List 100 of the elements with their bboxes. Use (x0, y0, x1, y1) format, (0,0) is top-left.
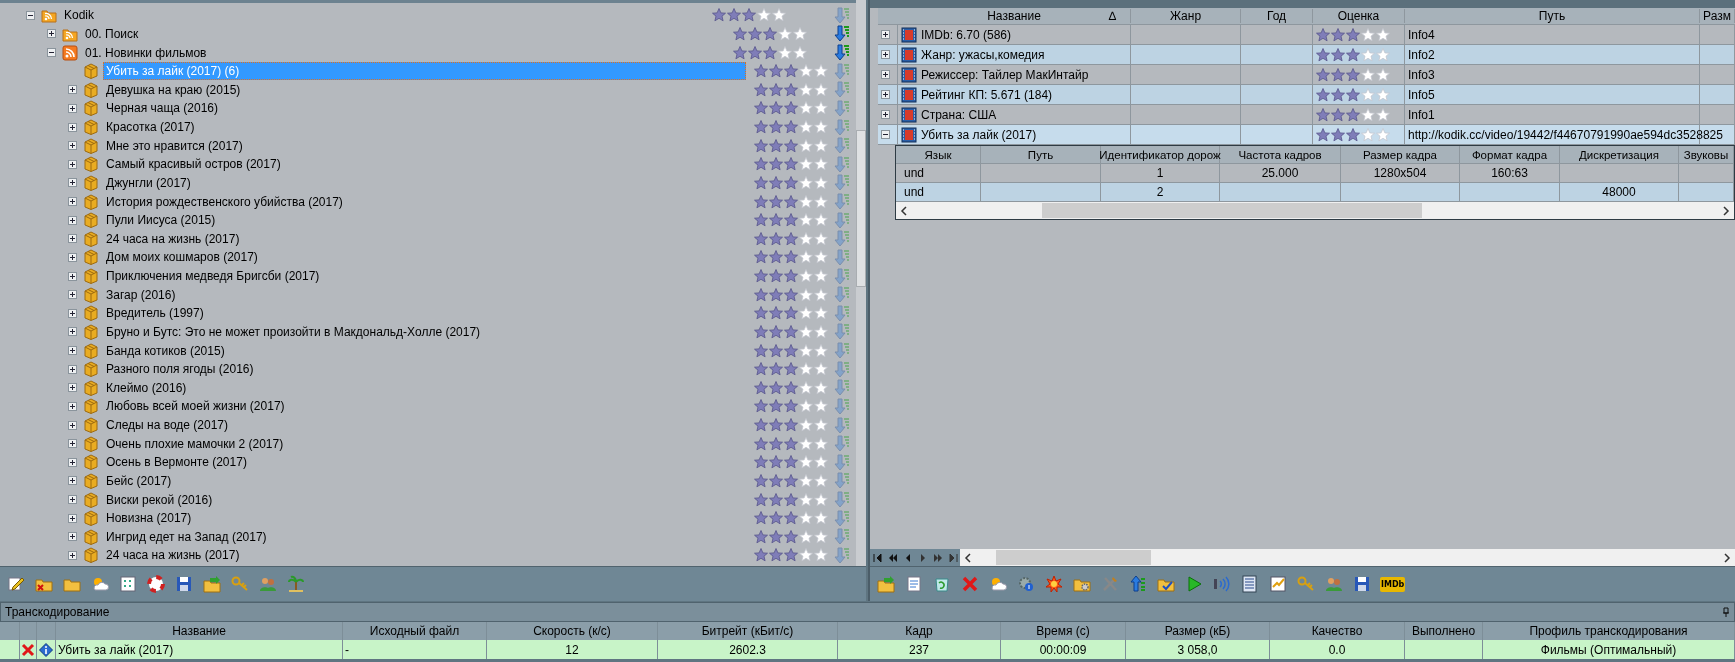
tree-item[interactable]: Дом моих кошмаров (2017) (103, 248, 746, 267)
expand-toggle[interactable] (67, 122, 77, 132)
tree-item[interactable]: Загар (2016) (103, 285, 746, 304)
tree-item[interactable]: Самый красивый остров (2017) (103, 155, 746, 174)
table-cell: Убить за лайк (2017) (921, 127, 1037, 142)
column-header[interactable]: Частота кадров (1220, 146, 1341, 163)
expand-toggle[interactable] (67, 215, 77, 225)
tree-item[interactable]: Бейс (2017) (103, 471, 746, 490)
filled-star-icon (784, 175, 798, 190)
tree-item[interactable]: 24 часа на жизнь (2017) (103, 229, 746, 248)
tree-item[interactable]: Осень в Вермонте (2017) (103, 453, 746, 472)
column-header[interactable]: Путь (1405, 9, 1700, 23)
column-header[interactable]: Идентификатор дорож (1101, 146, 1220, 163)
collapse-toggle[interactable] (25, 10, 35, 20)
expand-toggle[interactable] (67, 420, 77, 430)
nav-button[interactable] (945, 549, 960, 566)
tree-item[interactable]: Kodik (61, 6, 704, 25)
column-header[interactable]: Размер кадра (1341, 146, 1460, 163)
tree-item[interactable]: Вредитель (1997) (103, 304, 746, 323)
expand-toggle[interactable] (67, 290, 77, 300)
logo-button[interactable]: IMDb (1380, 576, 1406, 592)
expand-toggle[interactable] (67, 532, 77, 542)
tree-item[interactable]: Любовь всей моей жизни (2017) (103, 397, 746, 416)
empty-star-icon (799, 250, 813, 265)
empty-star-icon (1361, 27, 1375, 42)
expand-toggle[interactable] (881, 50, 890, 59)
vertical-scrollbar[interactable] (856, 0, 866, 566)
tree-item[interactable]: Виски рекой (2016) (103, 490, 746, 509)
expand-toggle[interactable] (67, 401, 77, 411)
expand-toggle[interactable] (881, 90, 890, 99)
tree-item[interactable]: Пули Иисуса (2015) (103, 211, 746, 230)
tree-item[interactable]: Приключения медведя Бригсби (2017) (103, 267, 746, 286)
tree-item[interactable]: Новизна (2017) (103, 509, 746, 528)
delete-icon[interactable] (21, 642, 35, 657)
column-header[interactable]: Оценка (1313, 9, 1405, 23)
tree-item[interactable]: 00. Поиск (82, 24, 725, 43)
collapse-toggle[interactable] (881, 130, 890, 139)
expand-toggle[interactable] (67, 439, 77, 449)
nav-button[interactable] (870, 549, 885, 566)
expand-toggle[interactable] (881, 110, 890, 119)
expand-toggle[interactable] (67, 234, 77, 244)
tree-item[interactable]: Девушка на краю (2015) (103, 80, 746, 99)
collapse-toggle[interactable] (46, 48, 56, 58)
info-icon[interactable] (39, 642, 53, 657)
column-header[interactable]: Формат кадра (1460, 146, 1560, 163)
tree-item[interactable]: История рождественского убийства (2017) (103, 192, 746, 211)
expand-toggle[interactable] (881, 30, 890, 39)
expand-toggle[interactable] (67, 197, 77, 207)
column-header[interactable]: Дискретизация (1560, 146, 1679, 163)
expand-toggle[interactable] (46, 29, 56, 39)
expand-toggle[interactable] (67, 476, 77, 486)
tree-item[interactable]: Красотка (2017) (103, 118, 746, 137)
expand-toggle[interactable] (67, 103, 77, 113)
horizontal-scrollbar[interactable] (896, 202, 1734, 219)
expand-toggle[interactable] (67, 178, 77, 188)
expand-toggle[interactable] (67, 159, 77, 169)
tree-item[interactable]: Следы на воде (2017) (103, 416, 746, 435)
expand-toggle[interactable] (67, 327, 77, 337)
column-header[interactable]: Путь (981, 146, 1101, 163)
tree-item[interactable]: Разного поля ягоды (2016) (103, 360, 746, 379)
column-header[interactable]: Разм (1700, 9, 1735, 23)
expand-toggle[interactable] (67, 383, 77, 393)
fast-forward-icon (931, 551, 944, 564)
column-header[interactable]: Год (1241, 9, 1313, 23)
table-cell: Рейтинг КП: 5.671 (184) (921, 87, 1053, 102)
column-header[interactable]: Жанр (1131, 9, 1241, 23)
tree-item[interactable]: Бруно и Бутс: Это не может произойти в Макдональд-Холле (2017) (103, 322, 746, 341)
column-header[interactable]: Название ∆ (898, 9, 1131, 23)
expand-toggle[interactable] (67, 495, 77, 505)
expand-toggle[interactable] (67, 252, 77, 262)
expand-toggle[interactable] (881, 70, 890, 79)
tree-item[interactable]: Джунгли (2017) (103, 173, 746, 192)
package-icon (83, 174, 99, 191)
expand-toggle[interactable] (67, 550, 77, 560)
table-cell: und (896, 183, 981, 201)
expand-toggle[interactable] (67, 308, 77, 318)
expand-toggle[interactable] (67, 346, 77, 356)
tree-item[interactable]: Черная чаща (2016) (103, 99, 746, 118)
expand-toggle[interactable] (67, 271, 77, 281)
column-header[interactable]: Язык (896, 146, 981, 163)
tree-item[interactable]: Клеймо (2016) (103, 378, 746, 397)
tree-item[interactable]: Ингрид едет на Запад (2017) (103, 527, 746, 546)
empty-star-icon (799, 82, 813, 97)
expand-toggle[interactable] (67, 85, 77, 95)
expand-toggle[interactable] (67, 513, 77, 523)
tree-item[interactable]: 24 часа на жизнь (2017) (103, 546, 746, 565)
pin-icon[interactable] (1722, 607, 1730, 617)
column-header[interactable]: Звуковы (1679, 146, 1734, 163)
table-cell: 1 (1101, 164, 1220, 182)
tree-item[interactable]: 01. Новинки фильмов (82, 43, 725, 62)
tree-item[interactable]: Очень плохие мамочки 2 (2017) (103, 434, 746, 453)
package-icon (83, 510, 99, 527)
expand-toggle[interactable] (67, 364, 77, 374)
expand-toggle[interactable] (67, 141, 77, 151)
expand-toggle[interactable] (67, 457, 77, 467)
tree-item[interactable]: Банда котиков (2015) (103, 341, 746, 360)
empty-star-icon (814, 194, 828, 209)
filled-star-icon (784, 82, 798, 97)
tree-item[interactable]: Мне это нравится (2017) (103, 136, 746, 155)
plus-icon (881, 90, 890, 99)
